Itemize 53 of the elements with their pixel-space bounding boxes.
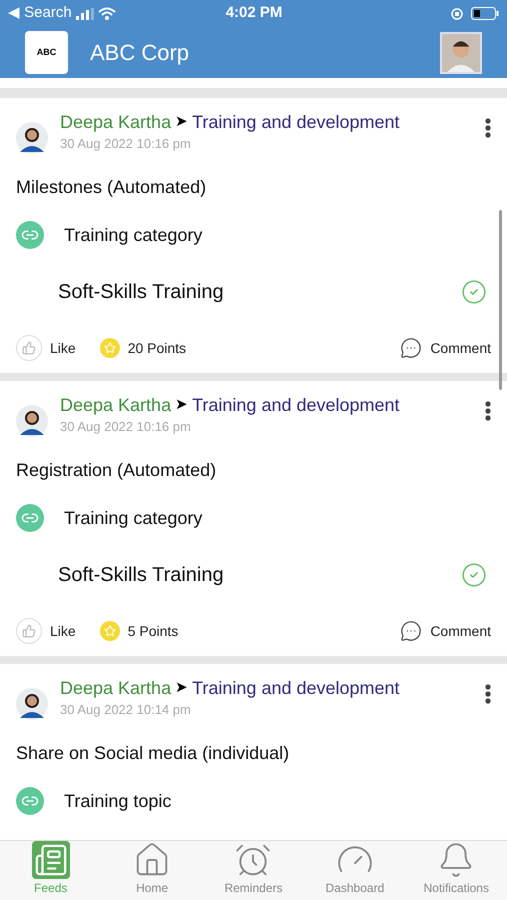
comment-button[interactable]: Comment bbox=[400, 620, 491, 642]
field-label: Training category bbox=[64, 506, 202, 530]
kebab-menu-icon bbox=[485, 401, 491, 421]
clock-time: 4:02 PM bbox=[226, 3, 282, 24]
comment-button[interactable]: Comment bbox=[400, 337, 491, 359]
post-date: 30 Aug 2022 10:16 pm bbox=[60, 135, 192, 153]
rotation-lock-icon bbox=[451, 8, 463, 20]
arrow-glyph: ➤ bbox=[175, 112, 188, 132]
company-name: ABC Corp bbox=[90, 39, 190, 67]
tab[interactable]: Home bbox=[101, 841, 203, 900]
group-name[interactable]: Training and development bbox=[192, 676, 400, 700]
like-button[interactable]: Like bbox=[16, 618, 76, 644]
like-button[interactable]: Like bbox=[16, 335, 76, 361]
post-title: Registration (Automated) bbox=[16, 459, 218, 482]
battery-icon bbox=[471, 7, 499, 20]
star-glyph bbox=[104, 625, 116, 637]
post-date: 30 Aug 2022 10:16 pm bbox=[60, 418, 192, 436]
speech-bubble-icon bbox=[400, 620, 422, 642]
avatar-icon bbox=[16, 688, 48, 720]
post-title: Share on Social media (individual) bbox=[16, 742, 290, 765]
company-logo: ABC bbox=[25, 31, 68, 74]
author-name[interactable]: Deepa Kartha bbox=[60, 676, 172, 700]
back-link[interactable]: ◀ Search bbox=[8, 2, 72, 25]
kebab-menu-icon bbox=[485, 684, 491, 704]
author-name[interactable]: Deepa Kartha bbox=[60, 110, 172, 134]
field-label: Training category bbox=[64, 224, 202, 247]
feeds-icon bbox=[34, 843, 68, 877]
profile-avatar-icon[interactable] bbox=[440, 32, 482, 74]
arrow-glyph: ➤ bbox=[175, 395, 188, 415]
avatar-icon bbox=[16, 122, 48, 154]
tab[interactable]: Reminders bbox=[202, 841, 304, 900]
post-title: Milestones (Automated) bbox=[16, 176, 208, 199]
group-name[interactable]: Training and development bbox=[192, 393, 400, 417]
field-label: Training topic bbox=[64, 790, 172, 813]
thumbs-up-icon bbox=[22, 341, 36, 355]
avatar-icon bbox=[16, 405, 48, 437]
author-name[interactable]: Deepa Kartha bbox=[60, 393, 172, 417]
points-label: 5 Points bbox=[128, 622, 178, 640]
speech-bubble-icon bbox=[400, 337, 422, 359]
signal-icon bbox=[76, 8, 94, 20]
star-glyph bbox=[104, 342, 116, 354]
wifi-icon bbox=[98, 7, 116, 20]
tab[interactable]: Notifications bbox=[406, 841, 507, 900]
points-label: 20 Points bbox=[128, 338, 186, 358]
group-name[interactable]: Training and development bbox=[192, 110, 400, 134]
arrow-glyph: ➤ bbox=[175, 678, 188, 698]
field-value: Soft-Skills Training bbox=[58, 280, 225, 305]
kebab-menu-icon bbox=[485, 118, 491, 138]
tab[interactable]: Feeds bbox=[0, 841, 102, 900]
tab[interactable]: Dashboard bbox=[304, 841, 406, 900]
post-date: 30 Aug 2022 10:14 pm bbox=[60, 701, 192, 719]
field-value: Soft-Skills Training bbox=[58, 563, 225, 588]
thumbs-up-icon bbox=[22, 624, 36, 638]
